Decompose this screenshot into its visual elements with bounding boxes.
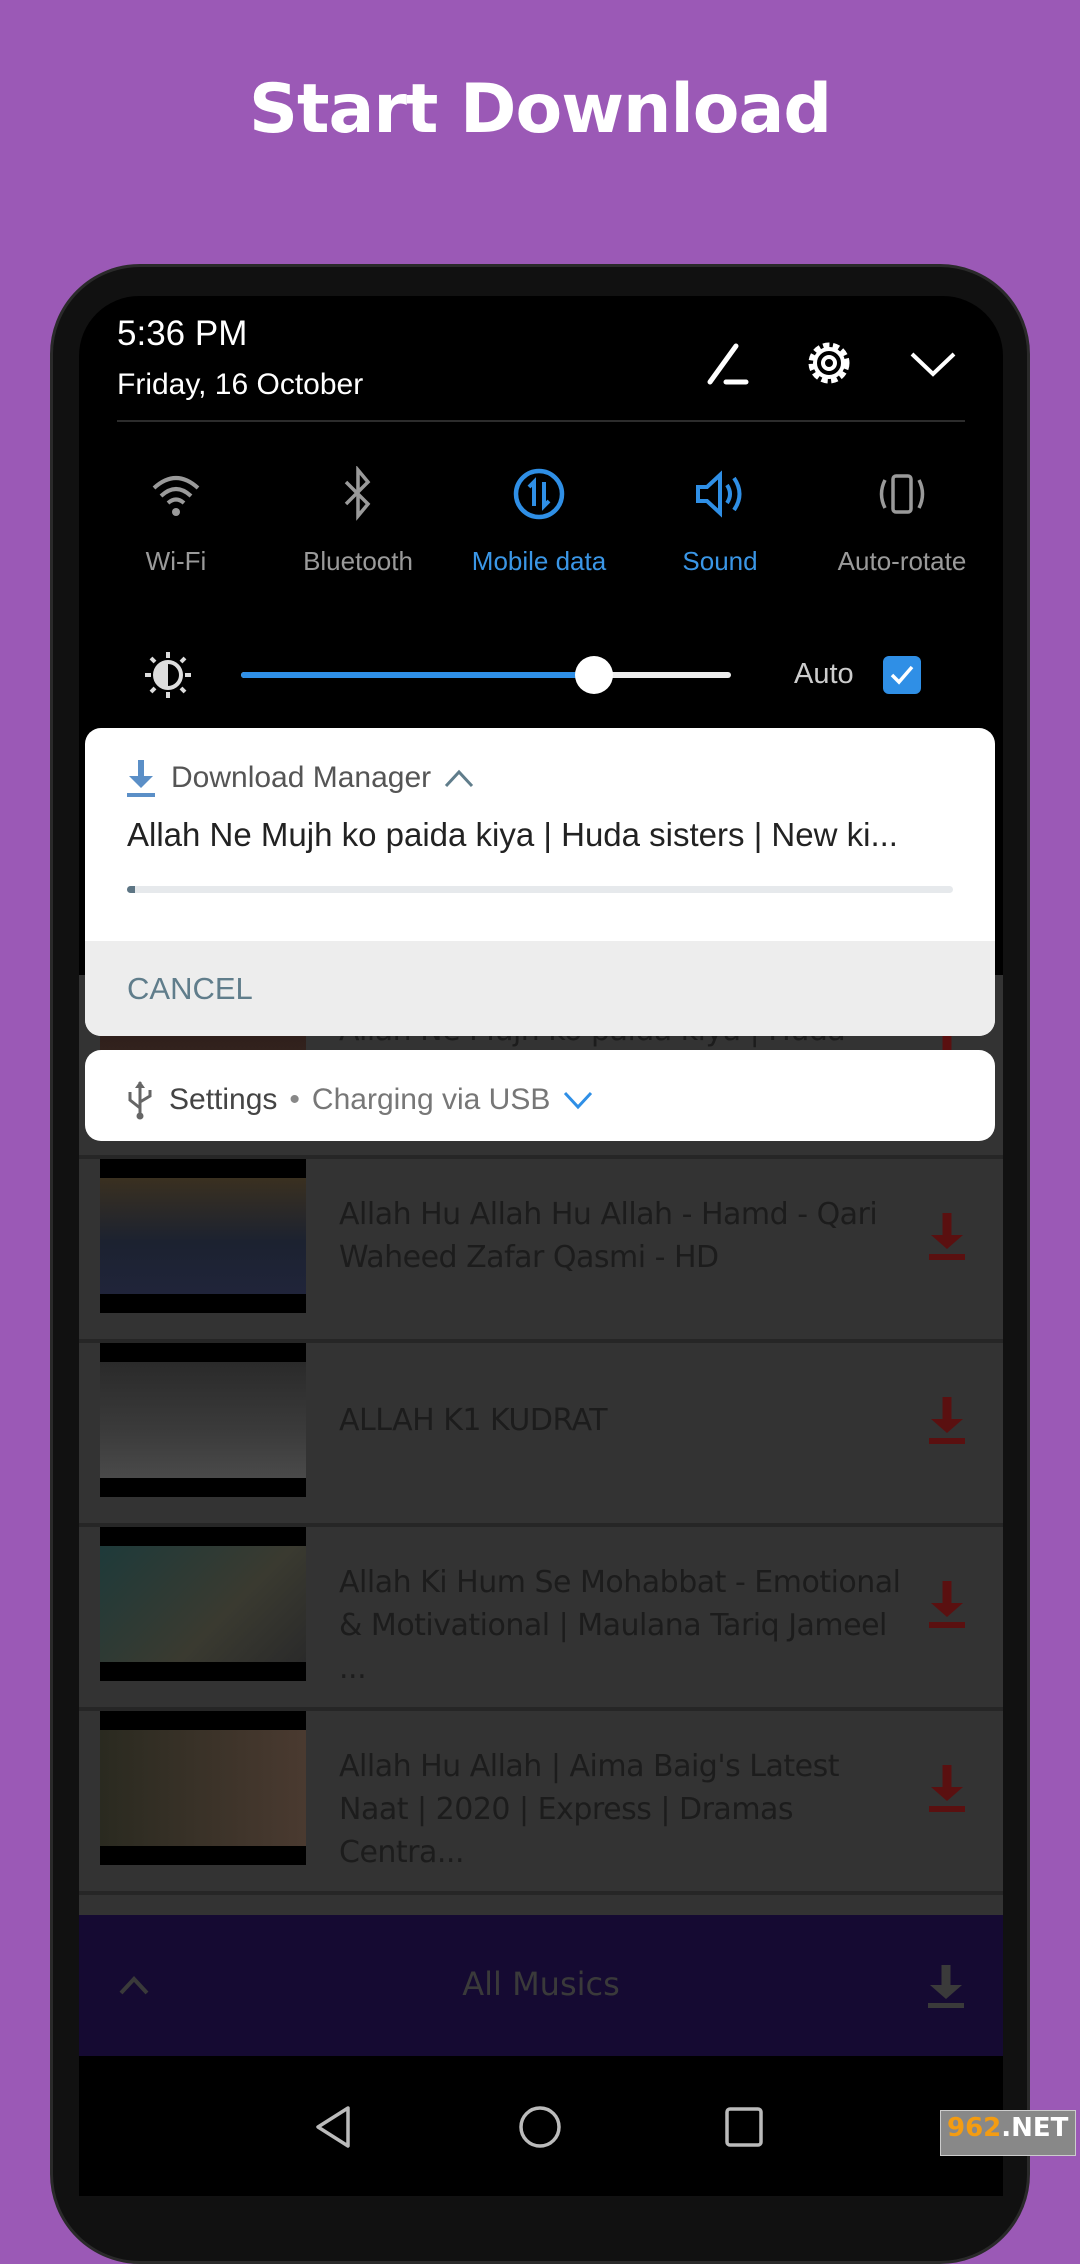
progress-fill: [127, 886, 136, 893]
thumbnail-image: [100, 1546, 306, 1662]
thumbnail-image: [100, 1178, 306, 1294]
tile-wifi[interactable]: Wi-Fi: [86, 466, 266, 577]
recents-icon[interactable]: [723, 2106, 765, 2148]
chevron-down-icon[interactable]: [562, 1089, 594, 1111]
tile-label: Mobile data: [471, 546, 607, 576]
download-notification[interactable]: Download Manager Allah Ne Mujh ko paida …: [85, 728, 995, 1036]
notification-app-name: Download Manager: [171, 761, 432, 794]
mobile-data-icon: [513, 468, 565, 520]
notification-text: Charging via USB: [311, 1083, 551, 1116]
tile-label: Auto-rotate: [837, 546, 967, 576]
list-item[interactable]: Allah Hu Allah | Aima Baig's Latest Naat…: [79, 1711, 1003, 1895]
thumbnail: [100, 1711, 306, 1865]
back-icon[interactable]: [312, 2104, 356, 2150]
navigation-bar: [79, 2056, 1003, 2196]
notification-app-name: Settings: [169, 1083, 278, 1116]
tile-sound[interactable]: Sound: [630, 466, 810, 577]
auto-brightness-checkbox[interactable]: [883, 656, 921, 694]
settings-notification[interactable]: Settings • Charging via USB: [85, 1050, 995, 1141]
thumbnail: [100, 1343, 306, 1497]
auto-rotate-icon: [879, 474, 925, 514]
thumbnail: [100, 1527, 306, 1681]
bottom-bar-title: All Musics: [462, 1965, 620, 2003]
home-icon[interactable]: [517, 2104, 563, 2150]
phone-screen: 5:36 PM Friday, 16 October Wi-Fi Bluetoo…: [79, 296, 1003, 2196]
download-icon: [127, 760, 155, 797]
thumbnail-image: [100, 1362, 306, 1478]
list-item-title: Allah Hu Allah | Aima Baig's Latest Naat…: [339, 1749, 839, 1870]
divider: [117, 420, 965, 422]
separator-dot: •: [289, 1083, 300, 1116]
edit-icon[interactable]: [700, 336, 754, 390]
thumbnail: [100, 1159, 306, 1313]
tile-bluetooth[interactable]: Bluetooth: [268, 466, 448, 577]
watermark-logo: 962.NET: [940, 2110, 1076, 2156]
bottom-bar[interactable]: All Musics: [79, 1915, 1003, 2056]
download-icon[interactable]: [927, 1579, 967, 1629]
download-progress: [127, 886, 953, 893]
gear-icon[interactable]: [802, 336, 856, 390]
tile-auto-rotate[interactable]: Auto-rotate: [812, 466, 992, 577]
bluetooth-icon: [344, 466, 371, 521]
tile-label: Sound: [682, 546, 758, 576]
download-icon[interactable]: [927, 1395, 967, 1445]
download-icon[interactable]: [927, 1763, 967, 1813]
download-all-icon[interactable]: [926, 1963, 966, 2009]
download-icon[interactable]: [927, 1211, 967, 1261]
wifi-icon: [152, 476, 200, 516]
brightness-slider[interactable]: [241, 656, 731, 694]
download-title: Allah Ne Mujh ko paida kiya | Huda siste…: [127, 816, 898, 853]
auto-brightness-label: Auto: [794, 658, 854, 690]
list-item-title: Allah Hu Allah Hu Allah - Hamd - Qari Wa…: [339, 1197, 878, 1275]
list-item[interactable]: Allah Ki Hum Se Mohabbat - Emotional & M…: [79, 1527, 1003, 1711]
sound-icon: [696, 470, 742, 518]
tile-label: Wi-Fi: [145, 546, 207, 576]
brightness-icon: [145, 652, 191, 698]
brightness-fill: [241, 672, 594, 678]
brightness-thumb[interactable]: [574, 656, 613, 694]
tile-mobile-data[interactable]: Mobile data: [449, 466, 629, 577]
tile-label: Bluetooth: [303, 546, 413, 576]
date: Friday, 16 October: [117, 368, 364, 401]
list-item-title: Allah Ki Hum Se Mohabbat - Emotional & M…: [339, 1565, 901, 1686]
chevron-up-icon[interactable]: [443, 767, 475, 789]
chevron-down-icon[interactable]: [906, 336, 960, 390]
promo-title: Start Download: [248, 70, 832, 149]
thumbnail-image: [100, 1730, 306, 1846]
cancel-button[interactable]: CANCEL: [127, 971, 253, 1007]
list-item[interactable]: Allah Hu Allah Hu Allah - Hamd - Qari Wa…: [79, 1159, 1003, 1343]
list-item[interactable]: ALLAH K1 KUDRAT: [79, 1343, 1003, 1527]
clock: 5:36 PM: [117, 314, 248, 353]
list-item-title: ALLAH K1 KUDRAT: [339, 1403, 608, 1438]
usb-icon: [128, 1081, 152, 1120]
